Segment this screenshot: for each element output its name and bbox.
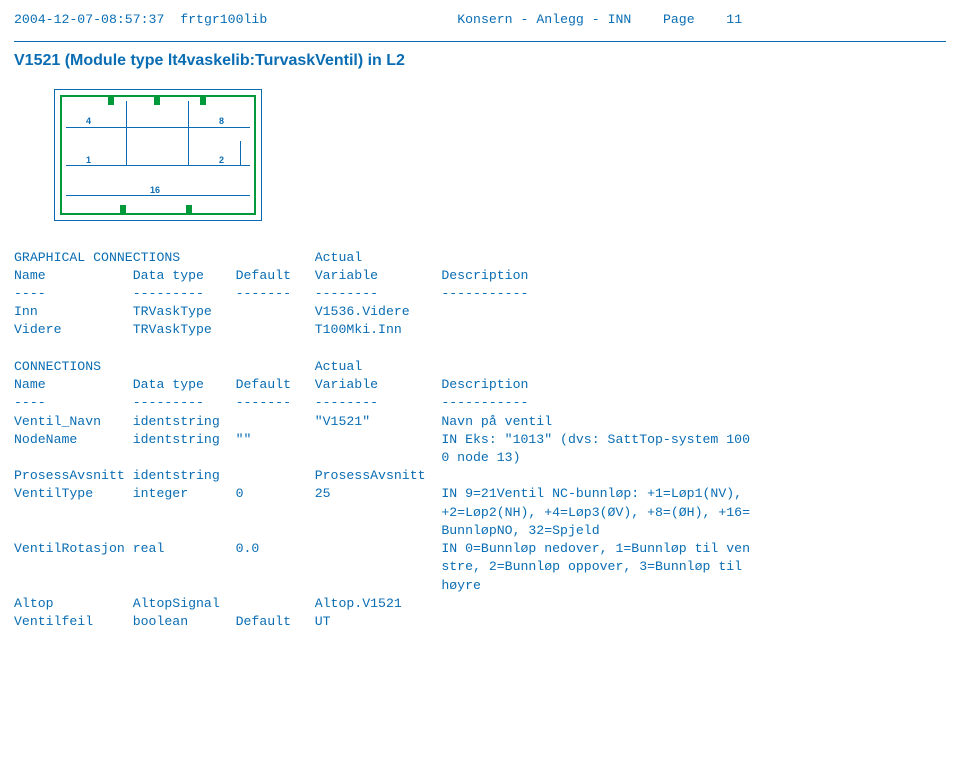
module-title: V1521 (Module type lt4vaskelib:TurvaskVe… [14,52,946,70]
divider [14,41,946,42]
grid-line [240,141,241,165]
listing: GRAPHICAL CONNECTIONS Actual Name Data t… [14,249,946,632]
diagram-label-8: 8 [219,116,224,126]
grid-line [126,101,127,127]
header-page-label: Page [663,12,695,27]
header-center: Konsern - Anlegg - INN [457,12,631,27]
header-lib: frtgr100lib [180,12,267,27]
diagram-label-1: 1 [86,155,91,165]
page-header: 2004-12-07-08:57:37 frtgr100lib Konsern … [14,12,946,27]
diagram-inner: 4 8 1 2 16 [60,95,256,215]
grid-line [126,127,127,165]
grid-line [66,127,250,128]
diagram-label-2: 2 [219,155,224,165]
header-timestamp: 2004-12-07-08:57:37 [14,12,164,27]
diagram-outer: 4 8 1 2 16 [54,89,262,221]
header-page-num: 11 [726,12,742,27]
grid-line [188,127,189,165]
diagram-label-4: 4 [86,116,91,126]
module-diagram: 4 8 1 2 16 [54,89,946,221]
diagram-grid: 4 8 1 2 16 [66,101,250,209]
grid-line [188,101,189,127]
diagram-label-16: 16 [150,185,160,195]
